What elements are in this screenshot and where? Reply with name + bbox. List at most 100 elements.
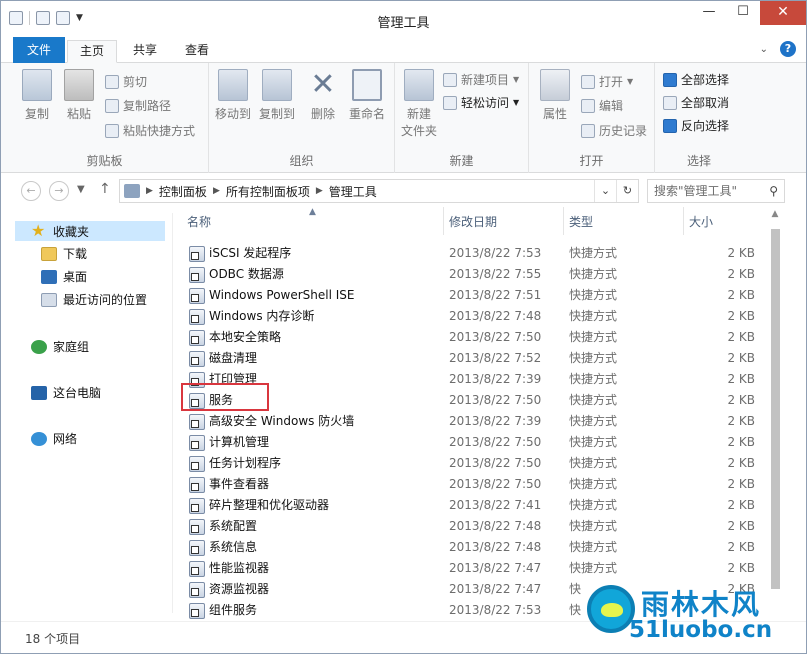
select-none-button[interactable]: 全部取消 [663,94,729,111]
new-item-button[interactable]: 新建项目 ▼ [443,71,519,88]
shortcut-icon [189,413,205,430]
properties-button[interactable]: 属性 [535,69,575,122]
open-button[interactable]: 打开 ▼ [581,73,633,90]
nav-favorites[interactable]: ★ 收藏夹 [15,221,165,241]
cut-button[interactable]: 剪切 [105,73,147,90]
collapse-ribbon-icon[interactable]: ⌄ [760,44,768,55]
tab-view[interactable]: 查看 [173,40,221,63]
copy-button[interactable]: 复制 [17,69,57,122]
nav-desktop[interactable]: 桌面 [41,268,87,285]
history-button[interactable]: 历史记录 [581,122,647,139]
file-row[interactable]: 性能监视器 2013/8/22 7:47 快捷方式 2 KB [181,558,776,579]
breadcrumb-admin-tools[interactable]: 管理工具 [329,183,377,200]
paste-shortcut-button[interactable]: 粘贴快捷方式 [105,122,195,139]
nav-this-pc[interactable]: 这台电脑 [31,384,101,401]
file-row[interactable]: 高级安全 Windows 防火墙 2013/8/22 7:39 快捷方式 2 KB [181,411,776,432]
help-icon[interactable]: ? [780,41,796,57]
file-row[interactable]: 碎片整理和优化驱动器 2013/8/22 7:41 快捷方式 2 KB [181,495,776,516]
file-row[interactable]: 任务计划程序 2013/8/22 7:50 快捷方式 2 KB [181,453,776,474]
breadcrumb-arrow-icon[interactable]: ▶ [146,186,153,196]
column-header-name[interactable]: 名称 [181,207,443,235]
file-type: 快捷方式 [569,267,618,281]
column-header-date[interactable]: 修改日期 [443,207,563,235]
file-row[interactable]: 计算机管理 2013/8/22 7:50 快捷方式 2 KB [181,432,776,453]
invert-selection-button[interactable]: 反向选择 [663,117,729,134]
file-row[interactable]: 本地安全策略 2013/8/22 7:50 快捷方式 2 KB [181,327,776,348]
select-none-label: 全部取消 [681,96,730,110]
copy-path-button[interactable]: 复制路径 [105,97,171,114]
scroll-up-icon[interactable]: ▲ [767,209,783,219]
nav-homegroup-label: 家庭组 [53,340,90,354]
file-row[interactable]: 打印管理 2013/8/22 7:39 快捷方式 2 KB [181,369,776,390]
nav-homegroup[interactable]: 家庭组 [31,338,89,355]
file-row[interactable]: 系统配置 2013/8/22 7:48 快捷方式 2 KB [181,516,776,537]
select-all-button[interactable]: 全部选择 [663,71,729,88]
address-dropdown-icon[interactable]: ⌄ [594,180,616,202]
vertical-scrollbar[interactable]: ▲ [767,207,783,619]
move-to-button[interactable]: 移动到 [211,69,255,122]
file-row[interactable]: iSCSI 发起程序 2013/8/22 7:53 快捷方式 2 KB [181,243,776,264]
rename-button[interactable]: 重命名 [345,69,389,122]
shortcut-icon [189,287,205,304]
move-to-icon [218,69,248,101]
file-size: 2 KB [727,414,755,428]
breadcrumb-control-panel[interactable]: 控制面板 [159,183,207,200]
shortcut-icon [189,455,205,472]
file-size: 2 KB [727,540,755,554]
file-size: 2 KB [727,456,755,470]
breadcrumb-arrow-icon[interactable]: ▶ [316,186,323,196]
up-button[interactable]: ↑ [99,181,111,197]
file-row[interactable]: 服务 2013/8/22 7:50 快捷方式 2 KB [181,390,776,411]
close-button[interactable]: ✕ [760,1,806,25]
file-date: 2013/8/22 7:53 [449,603,542,617]
delete-button[interactable]: ✕ 删除 [303,69,343,122]
file-size: 2 KB [727,309,755,323]
column-header-size[interactable]: 大小 [683,207,763,235]
breadcrumb-arrow-icon[interactable]: ▶ [213,186,220,196]
tab-share[interactable]: 共享 [121,40,169,63]
maximize-button[interactable]: ☐ [726,1,760,25]
search-icon[interactable]: ⚲ [769,180,778,202]
copy-to-label: 复制到 [258,107,295,121]
file-name-cell: 高级安全 Windows 防火墙 [189,411,354,432]
nav-this-pc-label: 这台电脑 [53,386,102,400]
forward-button[interactable]: → [49,181,69,201]
file-row[interactable]: ODBC 数据源 2013/8/22 7:55 快捷方式 2 KB [181,264,776,285]
breadcrumb-all-items[interactable]: 所有控制面板项 [226,183,310,200]
file-row[interactable]: 磁盘清理 2013/8/22 7:52 快捷方式 2 KB [181,348,776,369]
search-box[interactable]: 搜索"管理工具" ⚲ [647,179,785,203]
easy-access-icon [443,95,457,110]
clipboard-group: 复制 粘贴 剪切 复制路径 粘贴快捷方式 剪贴板 [1,63,209,173]
file-list: ▲ 名称 修改日期 类型 大小 iSCSI 发起程序 2013/8/22 7:53… [181,207,776,619]
recent-locations-icon[interactable]: ▼ [77,184,85,195]
paste-button[interactable]: 粘贴 [59,69,99,122]
minimize-button[interactable]: — [692,1,726,25]
easy-access-button[interactable]: 轻松访问 ▼ [443,94,519,111]
nav-network[interactable]: 网络 [31,430,77,447]
file-row[interactable]: Windows PowerShell ISE 2013/8/22 7:51 快捷方式… [181,285,776,306]
file-row[interactable]: 系统信息 2013/8/22 7:48 快捷方式 2 KB [181,537,776,558]
nav-desktop-label: 桌面 [63,270,88,284]
copy-to-button[interactable]: 复制到 [255,69,299,122]
refresh-icon[interactable]: ↻ [616,180,638,202]
paste-shortcut-icon [105,123,119,138]
edit-button[interactable]: 编辑 [581,97,623,114]
new-folder-button[interactable]: 新建 文件夹 [397,69,441,139]
back-button[interactable]: ← [21,181,41,201]
file-date: 2013/8/22 7:47 [449,561,542,575]
tab-home[interactable]: 主页 [67,40,118,63]
file-size: 2 KB [727,351,755,365]
file-name: 性能监视器 [209,561,270,575]
copy-label: 复制 [24,107,49,121]
scrollbar-thumb[interactable] [771,229,780,589]
scissors-icon [105,74,119,89]
column-header-type[interactable]: 类型 [563,207,683,235]
file-row[interactable]: 事件查看器 2013/8/22 7:50 快捷方式 2 KB [181,474,776,495]
address-bar[interactable]: ▶ 控制面板 ▶ 所有控制面板项 ▶ 管理工具 ⌄ ↻ [119,179,639,203]
file-row[interactable]: Windows 内存诊断 2013/8/22 7:48 快捷方式 2 KB [181,306,776,327]
tab-file[interactable]: 文件 [13,37,66,63]
file-type: 快 [569,603,582,617]
nav-downloads[interactable]: 下载 [41,245,87,262]
file-date: 2013/8/22 7:53 [449,246,542,260]
nav-recent-places[interactable]: 最近访问的位置 [41,291,147,308]
